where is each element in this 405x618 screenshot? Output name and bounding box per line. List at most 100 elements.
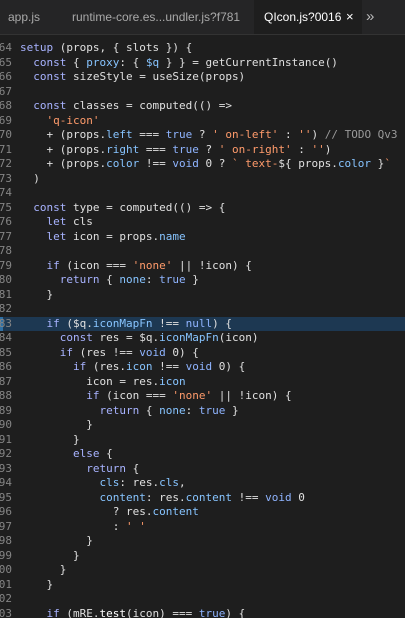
tab-label: runtime-core.es...undler.js?f781 [72, 10, 241, 24]
code-line[interactable]: 70 + (props.left === true ? ' on-left' :… [0, 128, 405, 143]
line-number: 86 [0, 360, 12, 373]
code-line[interactable]: 82 [0, 302, 405, 317]
code-token: === [132, 128, 166, 141]
code-token: void [172, 157, 199, 170]
code-line[interactable]: 67 [0, 85, 405, 100]
code-token: void [185, 360, 213, 373]
code-line[interactable]: 79 if (icon === 'none' || !icon) { [0, 259, 405, 274]
code-token: !== [152, 360, 186, 373]
code-line[interactable]: 69 'q-icon' [0, 114, 405, 129]
code-line[interactable]: 76 let cls [0, 215, 405, 230]
code-text: } [20, 433, 80, 448]
code-token: let [46, 229, 67, 243]
code-line[interactable]: 78 [0, 244, 405, 259]
code-token: none [119, 273, 146, 286]
code-line[interactable]: 83 if ($q.iconMapFn !== null) { [0, 316, 405, 331]
code-text: const sizeStyle = useSize(props) [20, 70, 245, 85]
code-line[interactable]: 80 return { none: true } [0, 273, 405, 288]
code-line[interactable]: 90 } [0, 418, 405, 433]
code-token: ? [198, 142, 219, 156]
code-token: true [198, 403, 226, 417]
code-line[interactable]: 98 } [0, 534, 405, 549]
code-line[interactable]: 88 if (icon === 'none' || !icon) { [0, 389, 405, 404]
code-line[interactable]: 73 ) [0, 172, 405, 187]
code-line[interactable]: 87 icon = res.icon [0, 375, 405, 390]
code-token: ` [384, 157, 391, 170]
code-token: const [33, 55, 67, 69]
line-number: 96 [0, 505, 12, 518]
code-token: ) [324, 142, 332, 156]
code-token: ) [311, 128, 325, 141]
code-line[interactable]: 03 if (mRE.test(icon) === true) { [0, 607, 405, 618]
tab-runtime-core[interactable]: runtime-core.es...undler.js?f781 [72, 0, 240, 34]
code-token: right [106, 142, 140, 156]
close-icon[interactable]: × [346, 0, 354, 34]
code-line[interactable]: 71 + (props.right === true ? ' on-right'… [0, 143, 405, 158]
code-editor[interactable]: 64 setup (props, { slots }) {65 const { p… [0, 35, 405, 618]
code-token: 'none' [172, 389, 213, 402]
code-line[interactable]: 68 const classes = computed(() => [0, 99, 405, 114]
code-line[interactable]: 02 [0, 592, 405, 607]
line-number: 65 [0, 55, 12, 69]
code-token: (icon === [59, 258, 133, 272]
line-number: 70 [0, 128, 12, 141]
code-token: + (props. [20, 142, 107, 156]
code-token: !== [139, 157, 173, 170]
code-token: || !icon) { [212, 389, 292, 402]
code-line[interactable]: 66 const sizeStyle = useSize(props) [0, 70, 405, 85]
code-text: : ' ' [20, 520, 146, 535]
code-line[interactable]: 65 const { proxy: { $q } } = getCurrentI… [0, 56, 405, 71]
code-line[interactable]: 96 ? res.content [0, 505, 405, 520]
code-token: !== [152, 316, 186, 330]
code-token: '' [298, 128, 312, 141]
code-line[interactable]: 91 } [0, 433, 405, 448]
tab-qicon-js-active[interactable]: QIcon.js?0016 × [254, 0, 362, 34]
code-token: 0 [291, 490, 305, 504]
code-line[interactable]: 97 : ' ' [0, 520, 405, 535]
code-line[interactable]: 64 setup (props, { slots }) { [0, 41, 405, 56]
code-token: const [33, 70, 67, 83]
editor-tab-bar: app.js runtime-core.es...undler.js?f781 … [0, 0, 405, 35]
code-token: icon [125, 360, 153, 373]
code-token: content [152, 505, 199, 518]
code-token: cls [159, 476, 179, 489]
code-token: if [46, 258, 60, 272]
code-token: (res !== [73, 345, 140, 359]
code-token: ($q. [59, 316, 93, 330]
code-line[interactable]: 01 } [0, 578, 405, 593]
code-line[interactable]: 84 const res = $q.iconMapFn(icon) [0, 331, 405, 346]
code-line[interactable]: 94 cls: res.cls, [0, 476, 405, 491]
code-line[interactable]: 72 + (props.color !== void 0 ? ` text-${… [0, 157, 405, 172]
code-line[interactable]: 92 else { [0, 447, 405, 462]
line-number: 64 [0, 41, 12, 54]
code-token: content [185, 490, 232, 504]
code-line[interactable]: 77 let icon = props.name [0, 230, 405, 245]
code-token: } [225, 403, 239, 417]
code-token: void [265, 490, 292, 504]
code-token: classes = computed(() => [66, 99, 232, 112]
code-line[interactable]: 85 if (res !== void 0) { [0, 346, 405, 361]
code-line[interactable]: 99 } [0, 549, 405, 564]
code-line[interactable]: 93 return { [0, 462, 405, 477]
code-line[interactable]: 74 [0, 186, 405, 201]
code-token: } [20, 563, 67, 576]
line-number: 83 [0, 316, 12, 330]
line-number: 85 [0, 345, 12, 359]
code-text: let icon = props.name [20, 230, 186, 245]
code-line[interactable]: 75 const type = computed(() => { [0, 201, 405, 216]
code-line[interactable]: 81 } [0, 288, 405, 303]
code-line[interactable]: 86 if (res.icon !== void 0) { [0, 360, 405, 375]
code-token: res = $q. [92, 331, 160, 344]
code-line[interactable]: 95 content: res.content !== void 0 [0, 491, 405, 506]
tab-app-js[interactable]: app.js [8, 0, 40, 34]
tab-overflow-chevron-icon[interactable]: » [366, 0, 374, 34]
code-line[interactable]: 00 } [0, 563, 405, 578]
code-line[interactable]: 89 return { none: true } [0, 404, 405, 419]
